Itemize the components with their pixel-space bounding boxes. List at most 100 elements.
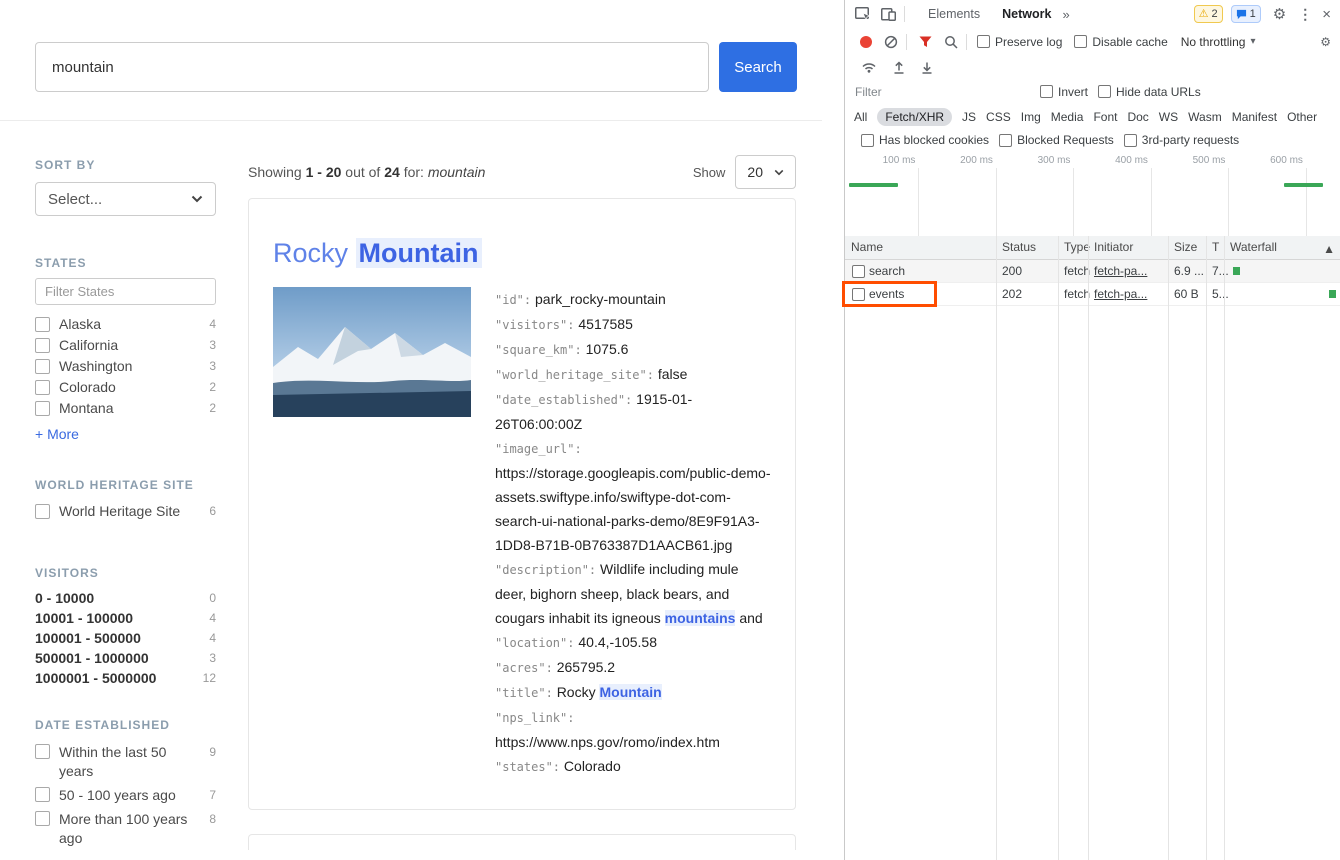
column-waterfall[interactable]: Waterfall bbox=[1230, 240, 1277, 254]
type-filter[interactable]: JS bbox=[962, 110, 976, 124]
field-key: "nps_link": bbox=[495, 711, 574, 725]
type-filter[interactable]: Other bbox=[1287, 110, 1317, 124]
throttling-profile-icon[interactable] bbox=[861, 61, 877, 73]
column-size[interactable]: Size bbox=[1174, 240, 1197, 254]
facet-option[interactable]: 50 - 100 years ago7 bbox=[35, 786, 216, 805]
column-type[interactable]: Type bbox=[1064, 240, 1090, 254]
network-request-row[interactable]: search200fetchfetch-pa...6.9 ...7... bbox=[845, 260, 1340, 283]
type-filter[interactable]: Wasm bbox=[1188, 110, 1222, 124]
result-fields: "id": park_rocky-mountain"visitors": 451… bbox=[495, 287, 771, 779]
type-filter[interactable]: Img bbox=[1021, 110, 1041, 124]
facet-option[interactable]: World Heritage Site6 bbox=[35, 503, 216, 520]
facet-option[interactable]: 0 - 100000 bbox=[35, 591, 216, 606]
network-request-row[interactable]: events202fetchfetch-pa...60 B5... bbox=[845, 283, 1340, 306]
checkbox[interactable] bbox=[35, 338, 50, 353]
hide-data-urls-checkbox[interactable]: Hide data URLs bbox=[1098, 85, 1201, 99]
request-initiator[interactable]: fetch-pa... bbox=[1094, 287, 1147, 301]
facet-option[interactable]: More than 100 years ago8 bbox=[35, 810, 216, 848]
checkbox[interactable] bbox=[861, 134, 874, 147]
checkbox[interactable] bbox=[1074, 35, 1087, 48]
search-icon[interactable] bbox=[944, 35, 958, 49]
checkbox[interactable] bbox=[35, 811, 50, 826]
result-title[interactable]: Rocky Mountain bbox=[273, 237, 771, 269]
facet-option[interactable]: Within the last 50 years9 bbox=[35, 743, 216, 781]
checkbox[interactable] bbox=[1098, 85, 1111, 98]
facet-option-label: 1000001 - 5000000 bbox=[35, 671, 197, 686]
inspect-icon[interactable] bbox=[855, 7, 871, 21]
facet-option[interactable]: Montana2 bbox=[35, 400, 216, 417]
facet-option[interactable]: Washington3 bbox=[35, 358, 216, 375]
throttling-select[interactable]: No throttling ▾ bbox=[1181, 35, 1256, 49]
preserve-log-checkbox[interactable]: Preserve log bbox=[977, 35, 1062, 49]
clear-icon[interactable] bbox=[884, 35, 898, 49]
request-filter-checkbox[interactable]: Has blocked cookies bbox=[861, 133, 989, 147]
checkbox[interactable] bbox=[35, 504, 50, 519]
checkbox[interactable] bbox=[35, 401, 50, 416]
tab-elements[interactable]: Elements bbox=[921, 7, 987, 21]
disable-cache-checkbox[interactable]: Disable cache bbox=[1074, 35, 1167, 49]
type-filter[interactable]: Fetch/XHR bbox=[877, 108, 952, 126]
type-filter[interactable]: Doc bbox=[1127, 110, 1148, 124]
import-har-icon[interactable] bbox=[893, 61, 905, 74]
checkbox[interactable] bbox=[999, 134, 1012, 147]
invert-checkbox[interactable]: Invert bbox=[1040, 85, 1088, 99]
facet-option[interactable]: 1000001 - 500000012 bbox=[35, 671, 216, 686]
field-key: "visitors": bbox=[495, 318, 574, 332]
column-time[interactable]: T bbox=[1212, 240, 1219, 254]
result-field: "date_established": 1915-01-26T06:00:00Z bbox=[495, 387, 771, 436]
type-filter[interactable]: Manifest bbox=[1232, 110, 1277, 124]
type-filter[interactable]: All bbox=[854, 110, 867, 124]
checkbox[interactable] bbox=[35, 380, 50, 395]
checkbox[interactable] bbox=[1040, 85, 1053, 98]
kebab-menu-icon[interactable]: ⋮ bbox=[1298, 6, 1312, 23]
type-filter[interactable]: WS bbox=[1159, 110, 1178, 124]
states-filter-input[interactable] bbox=[35, 278, 216, 305]
issues-badge[interactable]: 1 bbox=[1231, 5, 1261, 23]
type-filter[interactable]: Font bbox=[1093, 110, 1117, 124]
request-initiator[interactable]: fetch-pa... bbox=[1094, 264, 1147, 278]
filter-funnel-icon[interactable] bbox=[919, 36, 932, 48]
network-filter-input[interactable] bbox=[853, 84, 1022, 100]
request-size: 6.9 ... bbox=[1174, 264, 1204, 278]
facet-option[interactable]: 100001 - 5000004 bbox=[35, 631, 216, 646]
checkbox[interactable] bbox=[35, 317, 50, 332]
device-toolbar-icon[interactable] bbox=[881, 8, 896, 21]
more-tabs-icon[interactable]: » bbox=[1062, 7, 1069, 22]
close-icon[interactable]: × bbox=[1322, 6, 1331, 23]
facet-option[interactable]: 10001 - 1000004 bbox=[35, 611, 216, 626]
request-filter-checkbox[interactable]: 3rd-party requests bbox=[1124, 133, 1239, 147]
timeline-gridline bbox=[996, 168, 997, 236]
checkbox[interactable] bbox=[35, 744, 50, 759]
facet-option-label: More than 100 years ago bbox=[59, 810, 203, 848]
facet-option[interactable]: Colorado2 bbox=[35, 379, 216, 396]
request-time: 5... bbox=[1212, 287, 1229, 301]
facet-option[interactable]: California3 bbox=[35, 337, 216, 354]
more-states-link[interactable]: + More bbox=[35, 426, 216, 442]
type-filter[interactable]: Media bbox=[1051, 110, 1084, 124]
checkbox[interactable] bbox=[35, 787, 50, 802]
checkbox[interactable] bbox=[35, 359, 50, 374]
export-har-icon[interactable] bbox=[921, 61, 933, 74]
network-overview-timeline[interactable]: 100 ms200 ms300 ms400 ms500 ms600 ms bbox=[845, 151, 1340, 237]
facet-option[interactable]: 500001 - 10000003 bbox=[35, 651, 216, 666]
checkbox[interactable] bbox=[852, 265, 865, 278]
type-filter[interactable]: CSS bbox=[986, 110, 1011, 124]
tab-network[interactable]: Network bbox=[995, 7, 1058, 21]
column-name[interactable]: Name bbox=[851, 240, 883, 254]
request-filter-checkbox[interactable]: Blocked Requests bbox=[999, 133, 1114, 147]
search-input[interactable] bbox=[35, 42, 709, 92]
network-conditions-gear-icon[interactable]: ⚙ bbox=[1320, 35, 1331, 49]
search-button[interactable]: Search bbox=[719, 42, 797, 92]
sort-select[interactable]: Select... bbox=[35, 182, 216, 216]
checkbox[interactable] bbox=[1124, 134, 1137, 147]
request-status: 202 bbox=[1002, 287, 1022, 301]
requests-table-header[interactable]: Name Status Type Initiator Size T Waterf… bbox=[845, 236, 1340, 260]
checkbox[interactable] bbox=[977, 35, 990, 48]
page-size-select[interactable]: 20 bbox=[735, 155, 796, 189]
column-status[interactable]: Status bbox=[1002, 240, 1036, 254]
column-initiator[interactable]: Initiator bbox=[1094, 240, 1133, 254]
settings-gear-icon[interactable]: ⚙ bbox=[1273, 5, 1286, 23]
facet-option[interactable]: Alaska4 bbox=[35, 316, 216, 333]
record-button[interactable] bbox=[860, 36, 872, 48]
warnings-badge[interactable]: ⚠ 2 bbox=[1194, 5, 1223, 23]
